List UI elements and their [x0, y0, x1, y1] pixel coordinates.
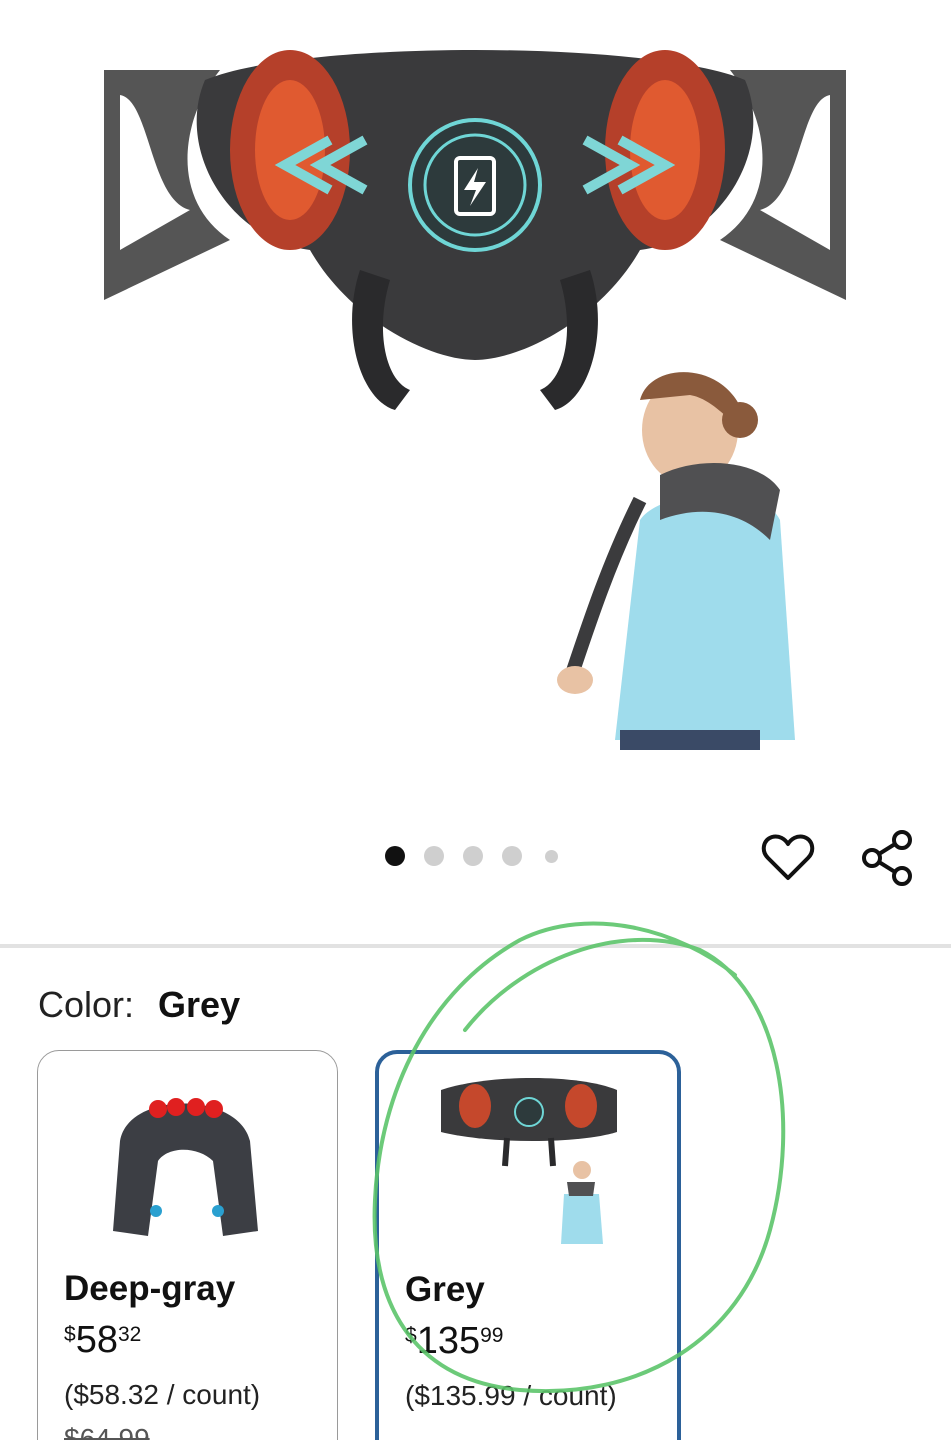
- price-cents: 99: [480, 1324, 504, 1347]
- unit-price: ($135.99 / count): [405, 1380, 617, 1411]
- pagination-dot[interactable]: [463, 846, 483, 866]
- favorite-button[interactable]: [760, 830, 816, 886]
- variant-thumbnail: [441, 1078, 617, 1244]
- variant-option-deep-gray[interactable]: Deep-gray $ 58 32 ($58.32 / count) $64.9…: [37, 1050, 338, 1440]
- image-pagination[interactable]: [385, 846, 577, 866]
- pagination-dot[interactable]: [424, 846, 444, 866]
- pagination-dot[interactable]: [385, 846, 405, 866]
- pagination-dot[interactable]: [545, 849, 558, 863]
- pagination-dot[interactable]: [502, 846, 522, 866]
- variant-name: Deep-gray: [64, 1269, 236, 1308]
- share-icon: [862, 830, 912, 886]
- selected-color-value: Grey: [158, 984, 241, 1025]
- list-price: $64.99: [64, 1423, 150, 1440]
- product-image: [104, 50, 846, 750]
- share-button[interactable]: [858, 828, 918, 888]
- price-currency: $: [64, 1323, 76, 1346]
- price-cents: 32: [117, 1323, 142, 1346]
- price-currency: $: [405, 1324, 417, 1347]
- heart-icon: [761, 834, 815, 880]
- price-whole: 135: [416, 1320, 481, 1362]
- color-label: Color:: [38, 984, 135, 1025]
- color-selector-header: Color: Grey: [38, 984, 240, 1026]
- product-image-gallery[interactable]: [0, 0, 951, 800]
- variant-price: $ 58 32: [64, 1319, 141, 1362]
- section-divider: [0, 944, 951, 948]
- variant-thumbnail: [113, 1098, 258, 1236]
- variant-option-grey[interactable]: Grey $ 135 99 ($135.99 / count): [375, 1050, 681, 1440]
- unit-price: ($58.32 / count): [64, 1379, 261, 1410]
- variant-name: Grey: [405, 1270, 485, 1309]
- variant-price: $ 135 99: [405, 1320, 503, 1363]
- price-whole: 58: [75, 1319, 118, 1361]
